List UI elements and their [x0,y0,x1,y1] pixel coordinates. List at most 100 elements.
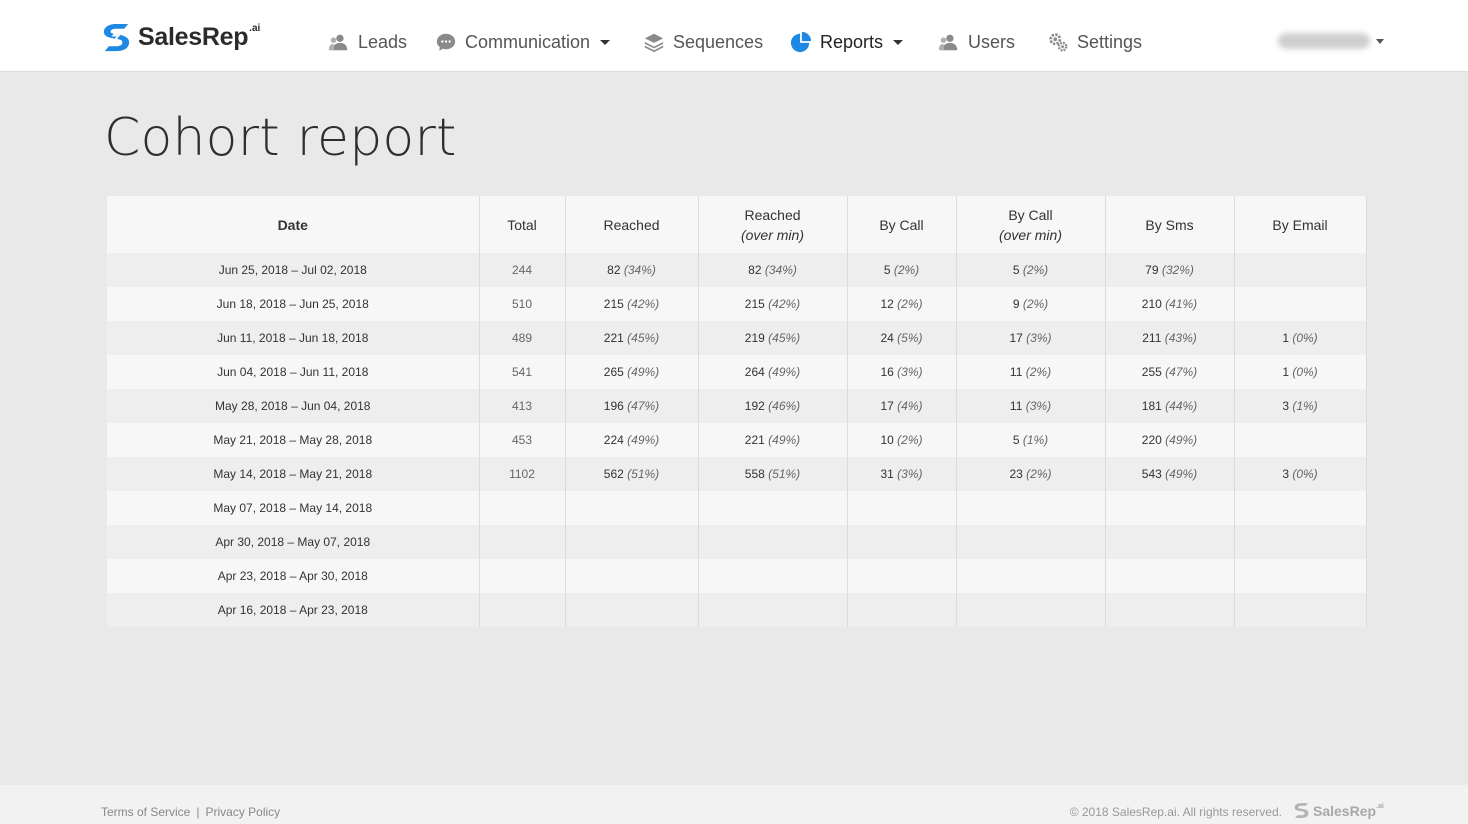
cell-percent: (3%) [897,467,923,481]
cell-by-sms: 255 (47%) [1105,355,1235,389]
cell-total [479,491,566,525]
cell-reached: 221 (45%) [565,321,699,355]
cell-value: 82 [607,263,621,277]
table-header-spacer [1366,196,1388,253]
footer-separator: | [196,805,200,819]
salesrep-logo-icon [1294,803,1309,818]
table-body: Jun 25, 2018 – Jul 02, 2018 244 82 (34%) 82… [107,253,1388,627]
column-header-by-call-over-min[interactable]: By Call (over min) [956,196,1106,253]
cell-percent: (46%) [768,399,801,413]
cell-by-email: 1 (0%) [1234,355,1367,389]
nav-communication[interactable]: Communication [435,26,611,58]
cell-percent: (34%) [764,263,797,277]
gear-icon [1049,33,1068,52]
nav-users[interactable]: Users [938,26,1015,58]
cell-by-sms: 181 (44%) [1105,389,1235,423]
cell-percent: (47%) [1165,365,1198,379]
column-header-reached[interactable]: Reached [565,196,699,253]
top-navbar: SalesRep .ai Leads Communication Sequenc… [0,0,1468,72]
cell-reached-over-min [698,593,848,627]
cell-percent: (0%) [1292,331,1318,345]
users-icon [938,34,958,51]
cell-by-call-over-min [956,491,1106,525]
nav-reports-label: Reports [820,31,884,52]
cell-value: 5 [1012,263,1020,277]
cell-by-call: 17 (4%) [847,389,957,423]
cell-value: 558 [744,467,765,481]
row-spacer [1366,389,1388,423]
cell-percent: (47%) [627,399,660,413]
cell-reached-over-min [698,491,848,525]
cell-value: 1 [1282,365,1289,379]
chevron-down-icon [1376,38,1384,44]
cell-percent: (49%) [1165,467,1198,481]
cell-by-call [847,491,957,525]
cell-percent: (49%) [1165,433,1198,447]
nav-settings-label: Settings [1077,31,1143,52]
cell-date: May 28, 2018 – Jun 04, 2018 [107,389,480,423]
cell-by-call: 10 (2%) [847,423,957,457]
cell-total: 453 [479,423,566,457]
cell-percent: (1%) [1292,399,1318,413]
cell-percent: (42%) [627,297,660,311]
cell-total: 413 [479,389,566,423]
table-row: Apr 23, 2018 – Apr 30, 2018 [107,559,1388,593]
nav-reports[interactable]: Reports [790,26,904,58]
cell-reached [565,559,699,593]
cell-reached: 196 (47%) [565,389,699,423]
nav-settings[interactable]: Settings [1047,26,1142,58]
table-row: Jun 04, 2018 – Jun 11, 2018 541 265 (49%) 2… [107,355,1388,389]
cell-value: 5 [1012,433,1020,447]
cell-reached: 224 (49%) [565,423,699,457]
cell-percent: (51%) [768,467,801,481]
cell-percent: (32%) [1161,263,1194,277]
cell-date: Apr 23, 2018 – Apr 30, 2018 [107,559,480,593]
table-row: May 07, 2018 – May 14, 2018 [107,491,1388,525]
privacy-policy-link[interactable]: Privacy Policy [205,805,280,819]
column-header-by-call[interactable]: By Call [847,196,957,253]
cell-by-email: 3 (1%) [1234,389,1367,423]
cell-percent: (0%) [1292,365,1318,379]
copyright-text: © 2018 SalesRep.ai. All rights reserved. [1069,805,1282,819]
brand-logo-link[interactable]: SalesRep .ai [101,22,260,53]
cell-by-sms [1105,525,1235,559]
cell-percent: (3%) [1026,331,1052,345]
column-header-by-sms[interactable]: By Sms [1105,196,1235,253]
cell-by-call-over-min: 23 (2%) [956,457,1106,491]
cell-value: 12 [880,297,894,311]
cell-value: 23 [1009,467,1023,481]
column-header-date[interactable]: Date [107,196,480,253]
cell-value: 562 [603,467,624,481]
cell-value: 255 [1141,365,1162,379]
cell-reached: 265 (49%) [565,355,699,389]
terms-of-service-link[interactable]: Terms of Service [101,805,190,819]
cell-date: May 07, 2018 – May 14, 2018 [107,491,480,525]
column-header-reached-over-min[interactable]: Reached (over min) [698,196,848,253]
row-spacer [1366,525,1388,559]
table-row: Jun 18, 2018 – Jun 25, 2018 510 215 (42%) 2… [107,287,1388,321]
column-header-by-email[interactable]: By Email [1234,196,1367,253]
cell-by-call [847,593,957,627]
page-title: Cohort report [104,108,457,168]
column-header-total[interactable]: Total [479,196,566,253]
cell-percent: (49%) [768,365,801,379]
cell-value: 181 [1141,399,1162,413]
brand-name: SalesRep [138,23,249,51]
cell-reached-over-min: 82 (34%) [698,253,848,287]
cell-total: 1102 [479,457,566,491]
cell-value: 5 [883,263,891,277]
cell-reached-over-min: 558 (51%) [698,457,848,491]
cell-percent: (49%) [627,433,660,447]
nav-leads[interactable]: Leads [328,26,407,58]
row-spacer [1366,491,1388,525]
nav-sequences[interactable]: Sequences [643,26,763,58]
table-row: May 21, 2018 – May 28, 2018 453 224 (49%) 2… [107,423,1388,457]
cell-value: 31 [880,467,894,481]
footer-brand-logo: SalesRep .ai [1293,802,1384,820]
cell-by-email [1234,253,1367,287]
user-menu-dropdown[interactable] [1278,30,1384,52]
cell-value: 221 [744,433,765,447]
cell-percent: (34%) [623,263,656,277]
cell-reached [565,593,699,627]
cell-by-email: 3 (0%) [1234,457,1367,491]
